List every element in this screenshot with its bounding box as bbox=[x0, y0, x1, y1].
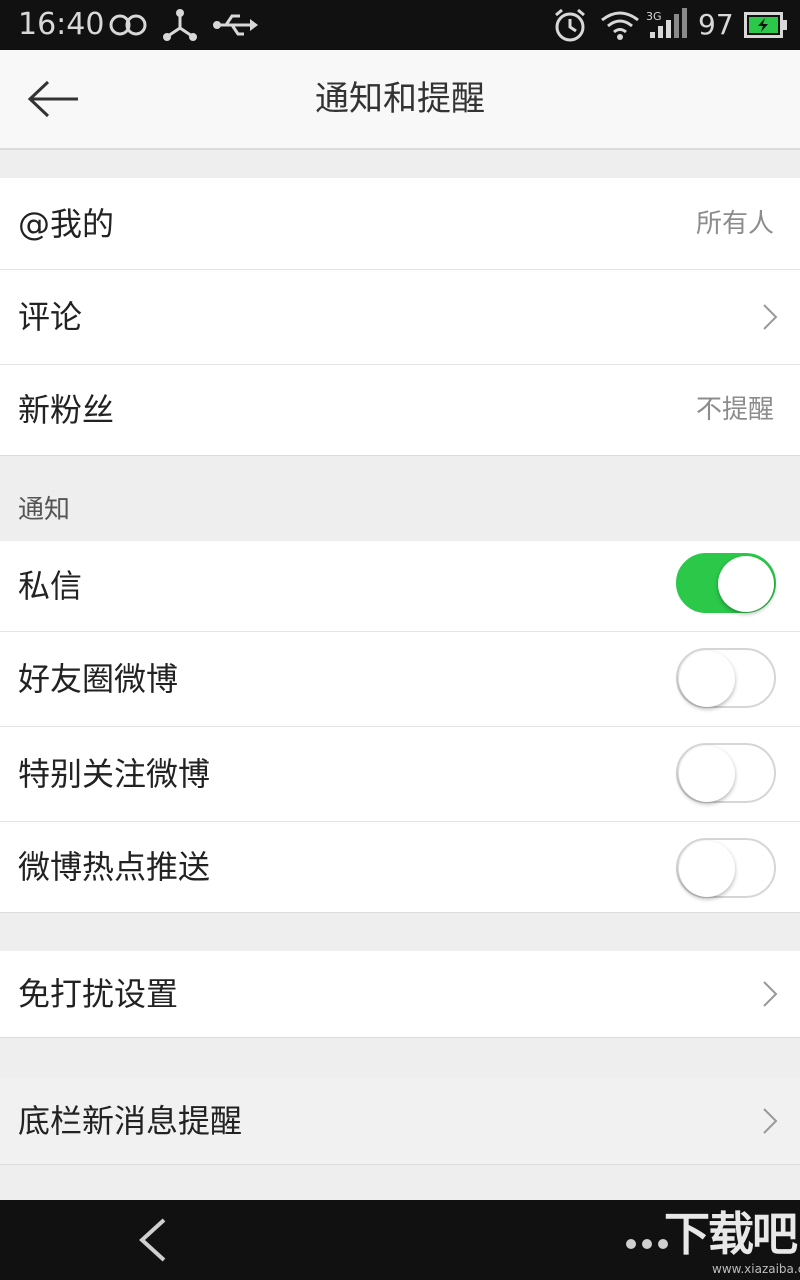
row-label: 评论 bbox=[18, 298, 83, 336]
private-messages-toggle[interactable] bbox=[676, 553, 776, 613]
row-label: 微博热点推送 bbox=[18, 848, 211, 886]
row-tab-bar-reminder[interactable]: 底栏新消息提醒 bbox=[0, 1078, 800, 1164]
special-follow-toggle[interactable] bbox=[676, 743, 776, 803]
toggle-knob bbox=[718, 556, 774, 612]
row-friends-circle: 好友圈微博 bbox=[0, 632, 800, 727]
row-label: 新粉丝 bbox=[18, 391, 115, 429]
row-comments[interactable]: 评论 bbox=[0, 270, 800, 365]
do-not-disturb-group: 免打扰设置 bbox=[0, 951, 800, 1038]
chevron-right-icon bbox=[763, 981, 778, 1007]
tab-bar-reminder-group: 底栏新消息提醒 bbox=[0, 1078, 800, 1165]
infinity-icon bbox=[109, 14, 147, 36]
notifications-group: 私信 好友圈微博 特别关注微博 微博热点推送 bbox=[0, 541, 800, 913]
hot-push-toggle[interactable] bbox=[676, 838, 776, 898]
mentions-group: @我的 所有人 评论 新粉丝 不提醒 bbox=[0, 178, 800, 456]
row-label: 底栏新消息提醒 bbox=[18, 1102, 243, 1140]
toggle-knob bbox=[679, 651, 735, 707]
row-private-messages: 私信 bbox=[0, 541, 800, 632]
friends-circle-toggle[interactable] bbox=[676, 648, 776, 708]
row-label: 特别关注微博 bbox=[18, 755, 211, 793]
svg-text:3G: 3G bbox=[646, 10, 662, 23]
row-value: 所有人 bbox=[695, 209, 774, 239]
signal-3g-icon: 3G bbox=[646, 8, 687, 38]
row-mentions[interactable]: @我的 所有人 bbox=[0, 178, 800, 270]
nav-back-icon[interactable] bbox=[138, 1218, 168, 1262]
row-value: 不提醒 bbox=[695, 395, 774, 425]
status-bar: 16:40 3G 97 bbox=[0, 0, 800, 50]
row-label: 私信 bbox=[18, 567, 83, 605]
chevron-right-icon bbox=[763, 1108, 778, 1134]
battery-charging-icon bbox=[744, 12, 787, 38]
app-header: 通知和提醒 bbox=[0, 50, 800, 150]
chevron-right-icon bbox=[763, 304, 778, 330]
row-new-fans[interactable]: 新粉丝 不提醒 bbox=[0, 365, 800, 455]
back-arrow-icon[interactable] bbox=[26, 78, 82, 120]
row-hot-push: 微博热点推送 bbox=[0, 822, 800, 912]
status-time: 16:40 bbox=[18, 7, 105, 42]
row-do-not-disturb[interactable]: 免打扰设置 bbox=[0, 951, 800, 1037]
section-label: 通知 bbox=[18, 495, 71, 525]
alarm-icon bbox=[555, 8, 585, 42]
usb-icon bbox=[213, 14, 258, 36]
watermark-url: www.xiazaiba.com bbox=[712, 1262, 800, 1276]
row-label: 好友圈微博 bbox=[18, 660, 179, 698]
watermark-logo: 下载吧 bbox=[664, 1207, 798, 1261]
toggle-knob bbox=[679, 841, 735, 897]
battery-level: 97 bbox=[698, 8, 734, 41]
row-special-follow: 特别关注微博 bbox=[0, 727, 800, 822]
page-title: 通知和提醒 bbox=[315, 79, 485, 119]
toggle-knob bbox=[679, 746, 735, 802]
share-icon bbox=[163, 9, 197, 41]
row-label: @我的 bbox=[18, 205, 115, 243]
row-label: 免打扰设置 bbox=[18, 975, 179, 1013]
wifi-icon bbox=[601, 11, 639, 40]
